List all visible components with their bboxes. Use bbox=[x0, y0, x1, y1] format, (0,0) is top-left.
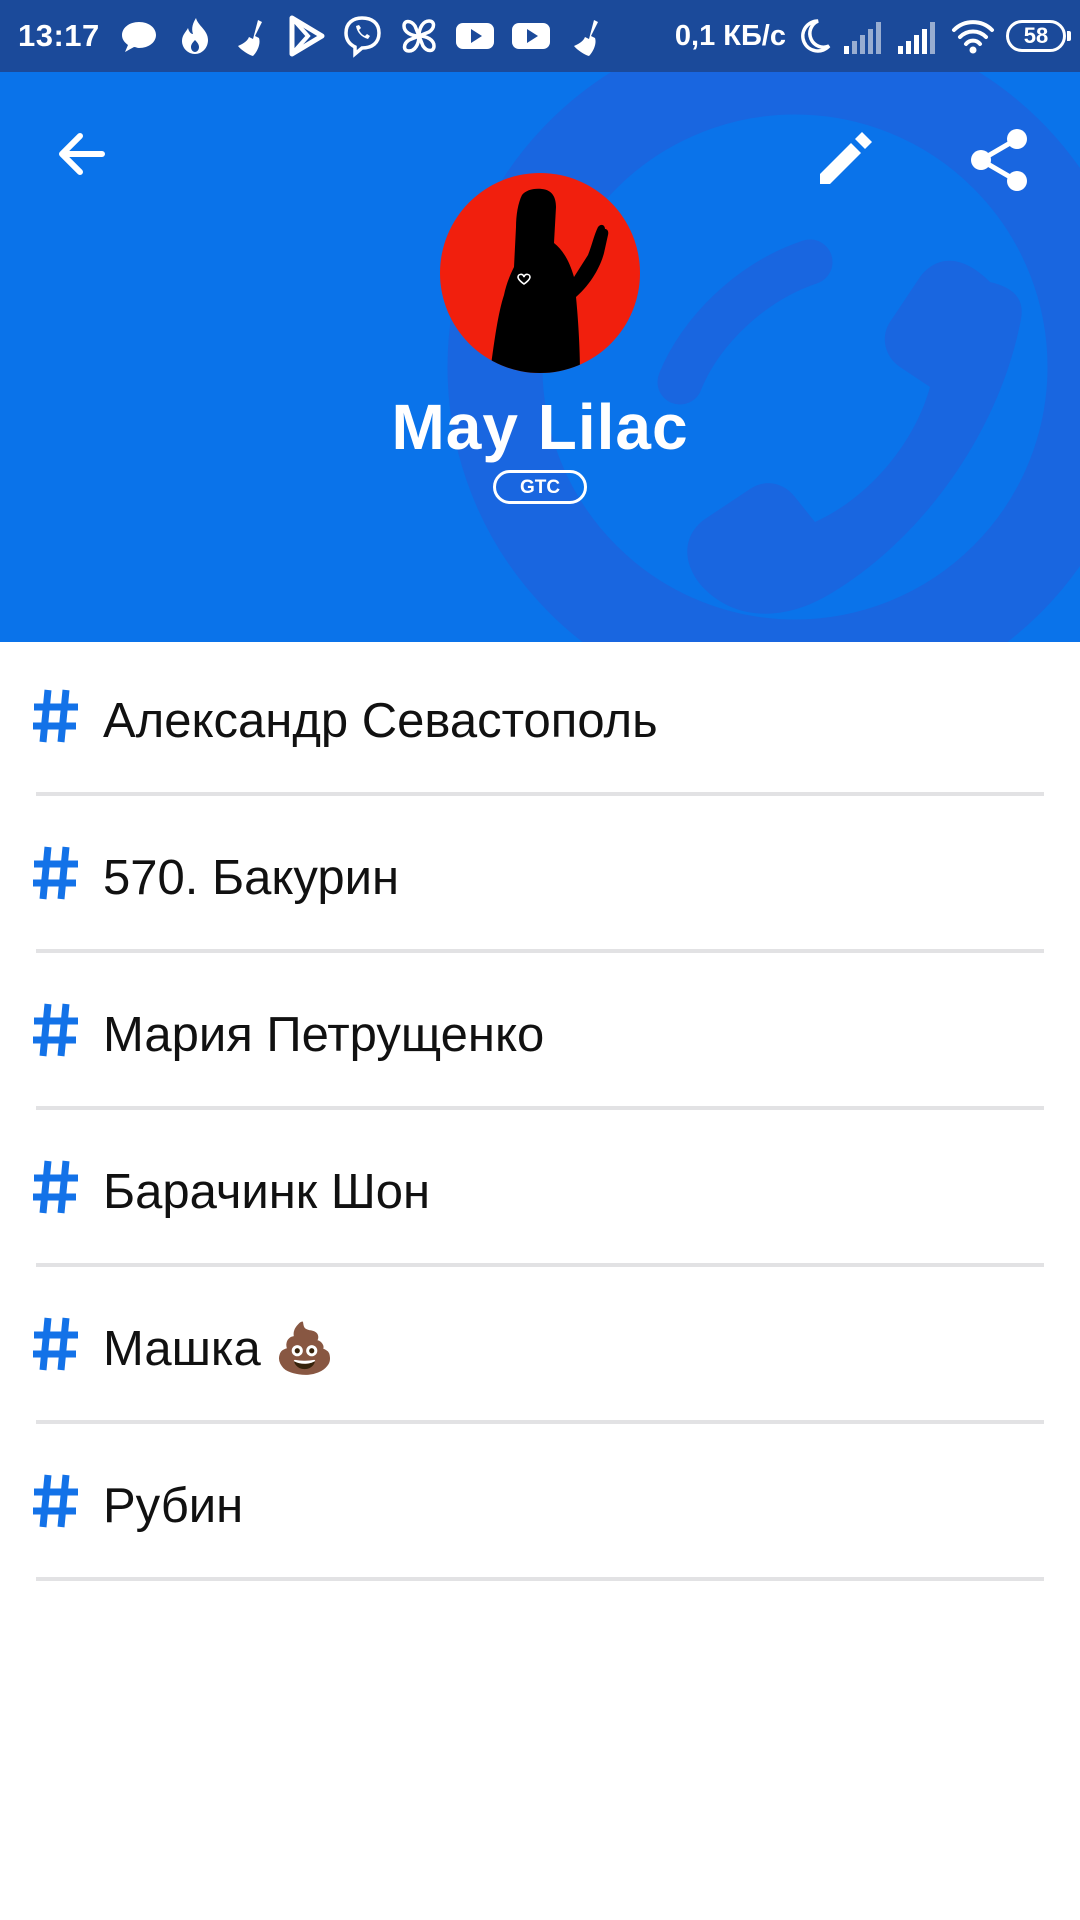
contact-header: May Lilac GTC bbox=[0, 72, 1080, 642]
youtube-icon bbox=[456, 23, 494, 49]
tag-label: 570. Бакурин bbox=[103, 851, 400, 905]
edit-button[interactable] bbox=[797, 111, 893, 207]
chat-icon bbox=[122, 22, 156, 52]
list-item[interactable]: Мария Петрущенко bbox=[0, 956, 1080, 1113]
status-bar: 13:17 0,1 КБ/с 58 bbox=[0, 0, 1080, 72]
divider bbox=[36, 792, 1044, 796]
contact-name: May Lilac bbox=[391, 391, 689, 463]
broom-icon bbox=[574, 20, 598, 56]
back-button[interactable] bbox=[33, 106, 129, 202]
avatar bbox=[440, 173, 640, 373]
tag-list: Александр Севастополь 570. Бакурин Мария… bbox=[0, 642, 1080, 1584]
broom-icon bbox=[238, 20, 262, 56]
pencil-icon bbox=[820, 132, 872, 184]
share-icon bbox=[971, 129, 1027, 191]
divider bbox=[36, 949, 1044, 953]
viber-icon bbox=[344, 16, 381, 58]
list-item[interactable]: Рубин bbox=[0, 1427, 1080, 1584]
tag-label: Барачинк Шон bbox=[103, 1165, 431, 1219]
network-speed: 0,1 КБ/с bbox=[674, 19, 786, 52]
status-right: 0,1 КБ/с 58 bbox=[674, 0, 1071, 72]
divider bbox=[36, 1106, 1044, 1110]
silhouette-avatar-icon bbox=[490, 188, 609, 373]
hashtag-icon bbox=[33, 689, 78, 743]
play-store-icon bbox=[289, 15, 325, 57]
pinwheel-icon bbox=[402, 19, 436, 53]
status-time: 13:17 bbox=[18, 18, 100, 53]
hashtag-icon bbox=[33, 1160, 78, 1214]
list-item[interactable]: Барачинк Шон bbox=[0, 1113, 1080, 1270]
hashtag-icon bbox=[33, 1003, 78, 1057]
hashtag-icon bbox=[33, 846, 78, 900]
share-button[interactable] bbox=[952, 112, 1048, 208]
moon-icon bbox=[801, 19, 831, 53]
tag-label: Машка 💩 bbox=[103, 1322, 336, 1376]
signal-icon bbox=[898, 22, 935, 54]
wifi-icon bbox=[952, 20, 994, 54]
youtube-icon bbox=[512, 23, 550, 49]
divider bbox=[36, 1577, 1044, 1581]
flame-icon bbox=[182, 18, 208, 54]
arrow-left-icon bbox=[59, 133, 105, 175]
tag-label: Александр Севастополь bbox=[103, 694, 658, 748]
battery-indicator: 58 bbox=[1006, 20, 1071, 52]
notification-icons bbox=[116, 14, 610, 58]
list-item[interactable]: 570. Бакурин bbox=[0, 799, 1080, 956]
hashtag-icon bbox=[33, 1474, 78, 1528]
list-item[interactable]: Машка 💩 bbox=[0, 1270, 1080, 1427]
hashtag-icon bbox=[33, 1317, 78, 1371]
signal-icon bbox=[844, 22, 881, 54]
tag-label: Мария Петрущенко bbox=[103, 1008, 545, 1062]
divider bbox=[36, 1420, 1044, 1424]
tag-label: Рубин bbox=[103, 1479, 244, 1533]
carrier-badge: GTC bbox=[493, 470, 587, 504]
list-item[interactable]: Александр Севастополь bbox=[0, 642, 1080, 799]
divider bbox=[36, 1263, 1044, 1267]
